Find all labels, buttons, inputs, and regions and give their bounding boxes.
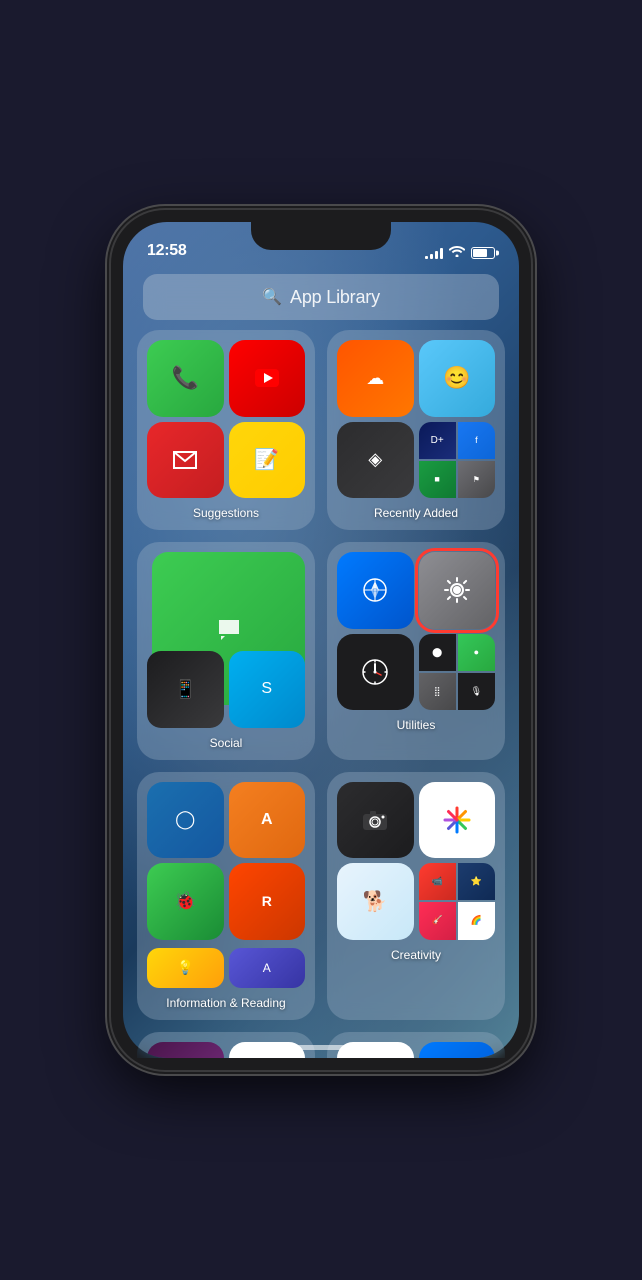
- app-library-search[interactable]: 🔍 App Library: [143, 274, 499, 320]
- home-indicator[interactable]: [261, 1045, 381, 1050]
- folder-creativity[interactable]: 🐕 📹 ⭐ 🎸 🌈 Creativity: [327, 772, 505, 1020]
- notch: [251, 222, 391, 250]
- app-soundcloud[interactable]: ☁: [337, 340, 414, 417]
- app-safari[interactable]: [337, 552, 414, 629]
- battery-icon: [471, 247, 495, 259]
- app-youtube[interactable]: [229, 340, 306, 417]
- app-audible[interactable]: A: [229, 782, 306, 859]
- folder-suggestions[interactable]: 📞: [137, 330, 315, 530]
- folder-label-information-reading: Information & Reading: [147, 996, 305, 1010]
- settings-highlighted: [419, 552, 496, 629]
- app-slack[interactable]: #: [147, 1042, 224, 1059]
- app-cbs[interactable]: ◯: [147, 782, 224, 859]
- app-camera[interactable]: [337, 782, 414, 859]
- app-phone[interactable]: 📞: [147, 340, 224, 417]
- app-darkroom[interactable]: ◈: [337, 422, 414, 499]
- app-library-grid: 📞: [137, 330, 505, 1058]
- folder-utilities[interactable]: ⬤ ● ⣿ 🎙 Utilities: [327, 542, 505, 760]
- app-notes[interactable]: 📝: [229, 422, 306, 499]
- folder-label-utilities: Utilities: [337, 718, 495, 732]
- app-reddit[interactable]: R: [229, 863, 306, 940]
- folder-social[interactable]: ♪ M: [137, 542, 315, 760]
- app-halide[interactable]: 📱: [147, 651, 224, 728]
- folder-label-suggestions: Suggestions: [147, 506, 305, 520]
- phone-screen: 12:58: [123, 222, 519, 1058]
- app-clock[interactable]: [337, 634, 414, 711]
- app-itsycal[interactable]: 😊: [419, 340, 496, 417]
- search-icon: 🔍: [262, 287, 282, 307]
- folder-information-reading[interactable]: ◯ A 🐞 R: [137, 772, 315, 1020]
- app-family-night[interactable]: F N: [419, 1042, 496, 1059]
- app-reading2[interactable]: A: [229, 948, 306, 988]
- folder-label-creativity: Creativity: [337, 948, 495, 962]
- app-skype[interactable]: S: [229, 651, 306, 728]
- app-creativity3[interactable]: 🐕: [337, 863, 414, 940]
- app-photos[interactable]: [419, 782, 496, 859]
- signal-icon: [425, 247, 443, 259]
- app-student[interactable]: 💡: [147, 948, 224, 988]
- phone-frame: 12:58: [111, 210, 531, 1070]
- folder-label-social: Social: [147, 736, 305, 750]
- wifi-icon: [449, 245, 465, 260]
- folder-recently-added[interactable]: ☁ 😊 ◈ D+ f ■ ⚑: [327, 330, 505, 530]
- creativity-mini-apps[interactable]: 📹 ⭐ 🎸 🌈: [419, 863, 496, 940]
- status-icons: [425, 245, 495, 260]
- app-airmail[interactable]: [147, 422, 224, 499]
- app-wemo[interactable]: 🐞: [147, 863, 224, 940]
- search-placeholder: App Library: [290, 287, 380, 308]
- utilities-mini-apps[interactable]: ⬤ ● ⣿ 🎙: [419, 634, 496, 711]
- mini-apps-grid[interactable]: D+ f ■ ⚑: [419, 422, 496, 499]
- folder-label-recently-added: Recently Added: [337, 506, 495, 520]
- app-settings[interactable]: [419, 552, 496, 629]
- status-time: 12:58: [147, 242, 186, 260]
